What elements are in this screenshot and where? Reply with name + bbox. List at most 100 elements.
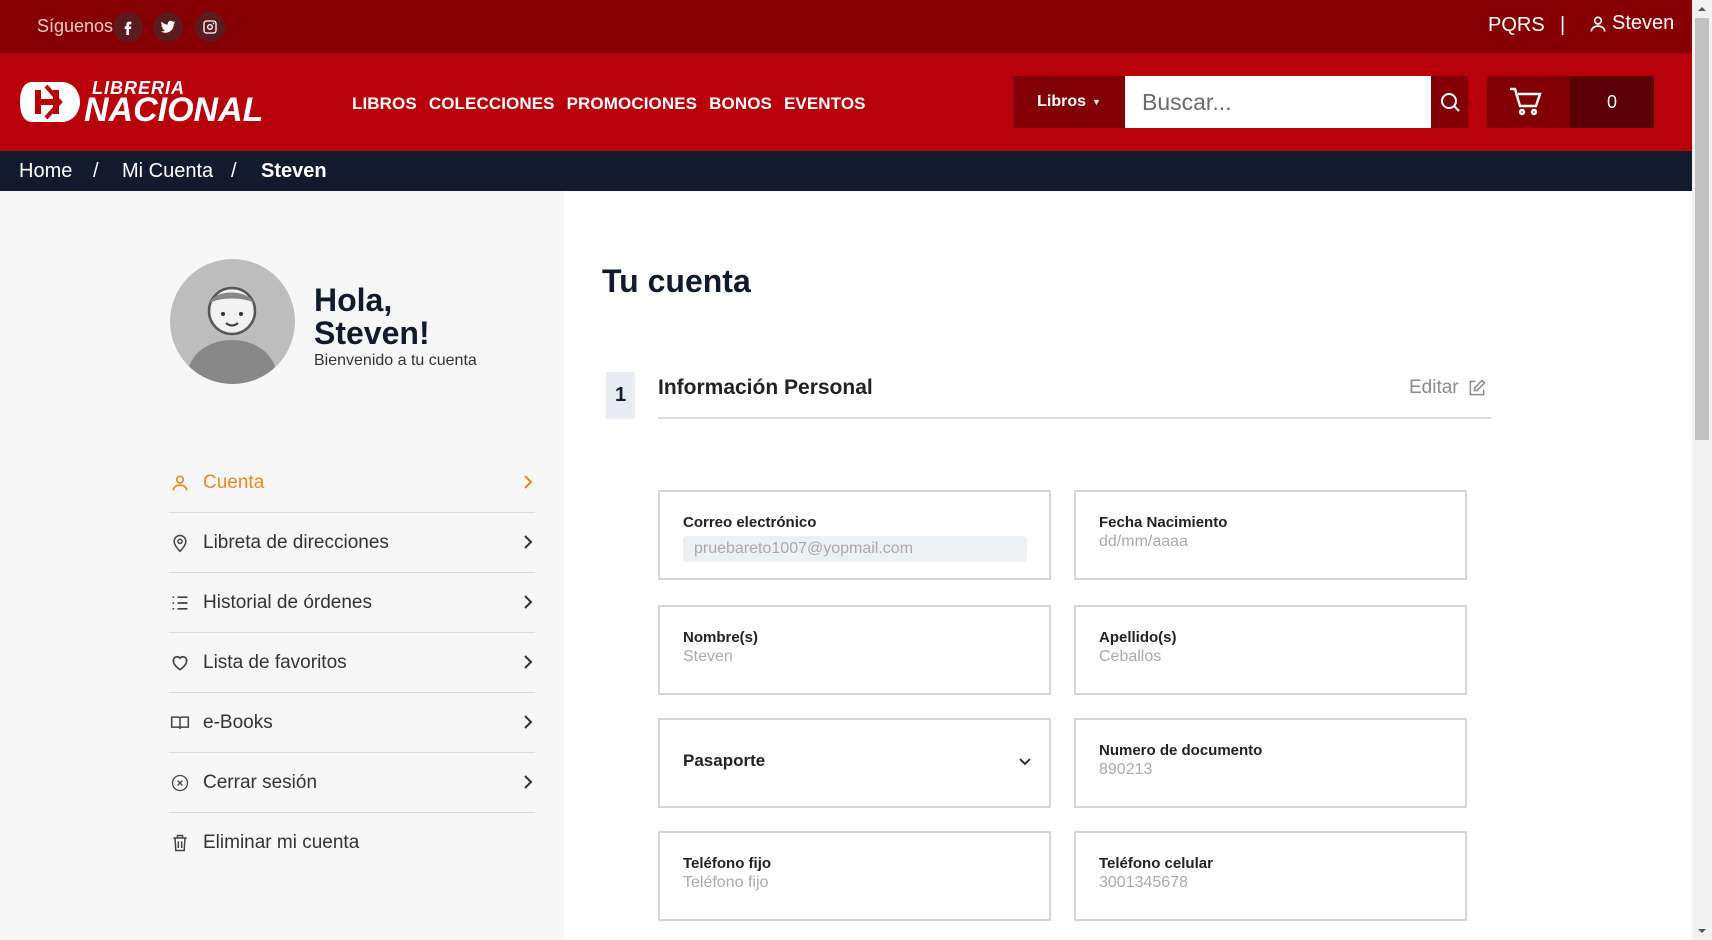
edit-button[interactable]: Editar xyxy=(1409,377,1487,399)
chevron-right-icon xyxy=(524,535,533,549)
brand-logo[interactable]: LIBRERIA NACIONAL xyxy=(18,76,272,129)
chevron-down-icon xyxy=(1019,758,1031,766)
edit-icon xyxy=(1469,379,1486,396)
section-divider xyxy=(658,417,1491,419)
first-name-field[interactable]: Nombre(s) Steven xyxy=(658,605,1051,695)
user-menu[interactable]: Steven xyxy=(1588,12,1674,35)
avatar-illustration xyxy=(186,286,278,384)
heart-icon xyxy=(169,652,191,674)
search-input[interactable] xyxy=(1125,76,1431,128)
page-scrollbar[interactable] xyxy=(1692,0,1712,940)
sidebar-item-eliminar-cuenta[interactable]: Eliminar mi cuenta xyxy=(169,813,535,873)
email-field[interactable]: Correo electrónico pruebareto1007@yopmai… xyxy=(658,490,1051,580)
user-icon xyxy=(1590,16,1606,32)
pqrs-link[interactable]: PQRS xyxy=(1488,14,1545,37)
edit-label: Editar xyxy=(1409,377,1459,398)
main-navbar: LIBRERIA NACIONAL LIBROS COLECCIONES PRO… xyxy=(0,53,1692,151)
sidebar-item-label: Cuenta xyxy=(203,471,265,493)
breadcrumb-home[interactable]: Home xyxy=(19,160,72,183)
last-name-field[interactable]: Apellido(s) Ceballos xyxy=(1074,605,1467,695)
cart-icon xyxy=(1510,87,1542,116)
sidebar-item-cuenta[interactable]: Cuenta xyxy=(169,453,535,513)
nav-promociones[interactable]: PROMOCIONES xyxy=(567,94,698,114)
breadcrumb-separator: / xyxy=(93,160,99,182)
mobile-value: 3001345678 xyxy=(1099,874,1188,891)
mobile-field[interactable]: Teléfono celular 3001345678 xyxy=(1074,831,1467,921)
nav-eventos[interactable]: EVENTOS xyxy=(784,94,866,114)
top-bar: Síguenos PQRS | Steven xyxy=(0,0,1692,53)
cart-count: 0 xyxy=(1570,76,1654,128)
breadcrumb-separator: / xyxy=(231,160,237,182)
document-number-field[interactable]: Numero de documento 890213 xyxy=(1074,718,1467,808)
scroll-up-icon[interactable] xyxy=(1697,4,1707,14)
chevron-right-icon xyxy=(524,715,533,729)
search-icon xyxy=(1440,93,1460,112)
logo-text-bottom: NACIONAL xyxy=(84,91,264,129)
avatar xyxy=(170,259,295,384)
field-label: Apellido(s) xyxy=(1099,629,1177,646)
facebook-icon[interactable] xyxy=(113,12,143,42)
caret-down-icon: ▼ xyxy=(1091,97,1101,107)
sidebar-item-label: e-Books xyxy=(203,711,273,733)
sidebar-item-direcciones[interactable]: Libreta de direcciones xyxy=(169,513,535,573)
field-label: Teléfono fijo xyxy=(683,855,772,872)
birthdate-field[interactable]: Fecha Nacimiento dd/mm/aaaa xyxy=(1074,490,1467,580)
search-category-dropdown[interactable]: Libros ▼ xyxy=(1013,76,1125,128)
cart-button[interactable]: 0 xyxy=(1487,76,1654,128)
trash-icon xyxy=(169,832,191,854)
instagram-icon[interactable] xyxy=(195,12,225,42)
chevron-right-icon xyxy=(524,655,533,669)
close-circle-icon xyxy=(169,772,191,794)
field-label: Nombre(s) xyxy=(683,629,759,646)
nav-colecciones[interactable]: COLECCIONES xyxy=(429,94,555,114)
field-label: Correo electrónico xyxy=(683,514,817,531)
search-button[interactable] xyxy=(1431,76,1468,128)
section-title: Información Personal xyxy=(658,376,873,399)
chevron-right-icon xyxy=(524,775,533,789)
follow-label: Síguenos xyxy=(37,16,114,36)
book-icon xyxy=(169,712,191,734)
greeting-line-1: Hola, xyxy=(314,282,393,318)
account-sidebar: Hola, Steven! Bienvenido a tu cuenta Cue… xyxy=(0,191,564,940)
user-name: Steven xyxy=(1612,12,1675,34)
document-type-select[interactable]: Pasaporte xyxy=(658,718,1051,808)
landline-placeholder: Teléfono fijo xyxy=(683,874,769,891)
step-number: 1 xyxy=(606,372,635,419)
sidebar-item-label: Lista de favoritos xyxy=(203,651,347,673)
landline-field[interactable]: Teléfono fijo Teléfono fijo xyxy=(658,831,1051,921)
birthdate-placeholder: dd/mm/aaaa xyxy=(1099,533,1188,550)
breadcrumb-mi-cuenta[interactable]: Mi Cuenta xyxy=(122,160,213,183)
field-label: Numero de documento xyxy=(1099,742,1263,759)
sidebar-item-label: Libreta de direcciones xyxy=(203,531,389,553)
twitter-icon[interactable] xyxy=(153,12,183,42)
search-category-label: Libros xyxy=(1037,93,1086,110)
sidebar-item-ebooks[interactable]: e-Books xyxy=(169,693,535,753)
sidebar-item-label: Eliminar mi cuenta xyxy=(203,832,360,853)
user-icon xyxy=(169,472,191,494)
scrollbar-thumb[interactable] xyxy=(1695,18,1709,440)
sidebar-item-ordenes[interactable]: Historial de órdenes xyxy=(169,573,535,633)
sidebar-item-label: Historial de órdenes xyxy=(203,591,372,613)
nav-bonos[interactable]: BONOS xyxy=(709,94,772,114)
account-menu: Cuenta Libreta de direcciones Historial … xyxy=(169,453,535,873)
chevron-right-icon xyxy=(524,475,533,489)
breadcrumb: Home / Mi Cuenta / Steven xyxy=(0,151,1692,191)
breadcrumb-current: Steven xyxy=(261,160,327,182)
greeting: Hola, Steven! xyxy=(314,284,430,350)
page-title: Tu cuenta xyxy=(602,263,751,299)
sidebar-item-cerrar-sesion[interactable]: Cerrar sesión xyxy=(169,753,535,813)
divider: | xyxy=(1560,14,1566,36)
welcome-text: Bienvenido a tu cuenta xyxy=(314,352,477,369)
nav-libros[interactable]: LIBROS xyxy=(352,94,417,114)
logo-mark-icon xyxy=(20,82,80,122)
sidebar-item-label: Cerrar sesión xyxy=(203,771,318,793)
last-name-value: Ceballos xyxy=(1099,648,1162,665)
list-icon xyxy=(169,592,191,614)
sidebar-item-favoritos[interactable]: Lista de favoritos xyxy=(169,633,535,693)
document-type-value: Pasaporte xyxy=(683,751,766,770)
main-menu: LIBROS COLECCIONES PROMOCIONES BONOS EVE… xyxy=(352,94,866,114)
field-label: Teléfono celular xyxy=(1099,855,1213,872)
scroll-down-icon[interactable] xyxy=(1697,926,1707,936)
field-label: Fecha Nacimiento xyxy=(1099,514,1228,531)
location-pin-icon xyxy=(169,532,191,554)
